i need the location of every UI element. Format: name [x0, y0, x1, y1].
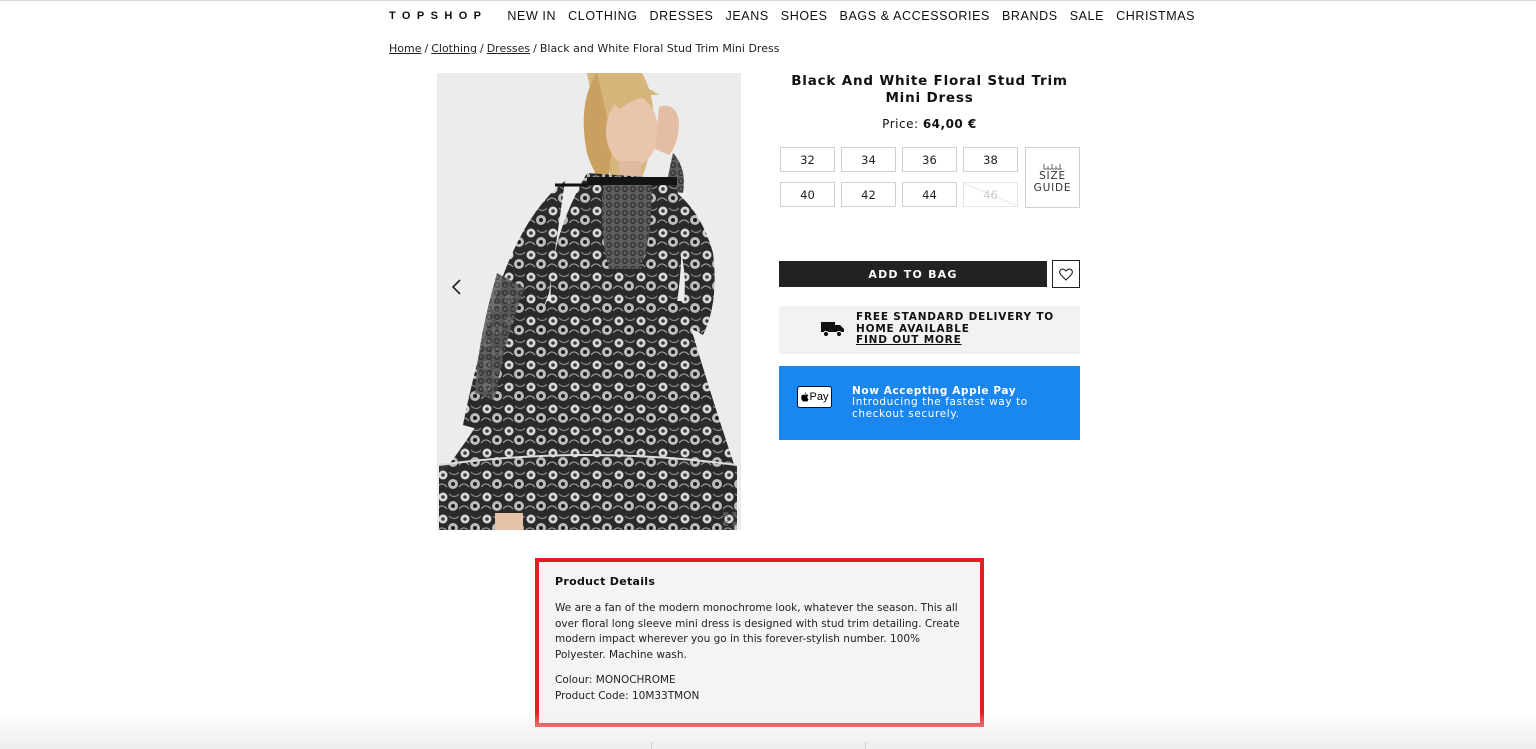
- find-out-more-link[interactable]: FIND OUT MORE: [856, 334, 1054, 347]
- breadcrumb-current: Black and White Floral Stud Trim Mini Dr…: [539, 42, 780, 55]
- nav-new-in[interactable]: NEW IN: [507, 9, 556, 23]
- breadcrumb-clothing[interactable]: Clothing: [431, 42, 477, 55]
- breadcrumb-dresses[interactable]: Dresses: [487, 42, 530, 55]
- chevron-left-icon[interactable]: [445, 275, 469, 299]
- breadcrumb-separator: /: [533, 42, 537, 55]
- size-option[interactable]: 38: [963, 147, 1018, 172]
- size-option[interactable]: 44: [902, 182, 957, 207]
- product-colour: Colour: MONOCHROME: [555, 674, 676, 686]
- size-option[interactable]: 32: [780, 147, 835, 172]
- breadcrumb-home[interactable]: Home: [389, 42, 421, 55]
- product-details-heading: Product Details: [555, 575, 656, 588]
- size-guide-label-2: GUIDE: [1033, 181, 1072, 194]
- apple-logo-icon: [800, 392, 809, 402]
- product-image[interactable]: [437, 73, 741, 530]
- size-guide-button[interactable]: SIZE GUIDE: [1025, 147, 1080, 208]
- nav-shoes[interactable]: SHOES: [781, 9, 828, 23]
- breadcrumb-separator: /: [479, 42, 484, 55]
- heart-icon: [1059, 267, 1073, 281]
- product-details: Product Details We are a fan of the mode…: [539, 562, 980, 723]
- delivery-line-1: FREE STANDARD DELIVERY TO: [856, 311, 1055, 323]
- ruler-icon: [1043, 163, 1062, 169]
- add-to-bag-row: ADD TO BAG: [779, 260, 1080, 288]
- nav-bags-accessories[interactable]: BAGS & ACCESSORIES: [840, 9, 990, 23]
- size-option[interactable]: 34: [841, 147, 896, 172]
- breadcrumb: Home / Clothing / Dresses / Black and White Fl…: [389, 42, 779, 55]
- product-description: We are a fan of the modern monochrome lo…: [555, 602, 960, 661]
- price-label: Price:: [882, 117, 919, 131]
- breadcrumb-separator: /: [424, 42, 429, 55]
- size-selector: 32 34 36 38 40 42 44 46 SIZE GUIDE: [780, 147, 1080, 208]
- apple-pay-badge: Pay: [797, 386, 832, 408]
- delivery-banner: FREE STANDARD DELIVERY TO HOME AVAILABLE…: [779, 306, 1080, 354]
- apple-pay-banner[interactable]: Pay Now Accepting Apple Pay Introducing …: [779, 366, 1080, 440]
- apple-pay-description: Introducing the fastest way to checkout …: [852, 396, 1028, 420]
- product-title: Black And White Floral Stud Trim Mini Dr…: [791, 73, 1068, 106]
- nav-christmas[interactable]: CHRISTMAS: [1116, 9, 1195, 23]
- apple-pay-badge-text: Pay: [809, 391, 829, 403]
- truck-icon: [821, 322, 844, 338]
- dress-photo: [438, 73, 738, 530]
- size-option-unavailable: 46: [963, 182, 1018, 207]
- main-nav: NEW IN CLOTHING DRESSES JEANS SHOES BAGS…: [507, 9, 1195, 23]
- expand-icon[interactable]: [723, 512, 737, 526]
- add-to-bag-button[interactable]: ADD TO BAG: [779, 261, 1047, 287]
- product-price: Price: 64,00 €: [779, 117, 1080, 131]
- wishlist-button[interactable]: [1052, 260, 1080, 288]
- size-option[interactable]: 40: [780, 182, 835, 207]
- size-option[interactable]: 42: [841, 182, 896, 207]
- product-details-highlight: Product Details We are a fan of the mode…: [535, 558, 984, 727]
- topshop-logo[interactable]: TOPSHOP: [389, 10, 487, 22]
- size-option[interactable]: 36: [902, 147, 957, 172]
- nav-sale[interactable]: SALE: [1070, 9, 1104, 23]
- top-border: [0, 0, 1536, 1]
- product-code: Product Code: 10M33TMON: [555, 689, 700, 702]
- price-value: 64,00 €: [922, 117, 977, 131]
- nav-jeans[interactable]: JEANS: [725, 9, 768, 23]
- nav-clothing[interactable]: CLOTHING: [568, 9, 637, 23]
- divider: [651, 742, 652, 749]
- nav-dresses[interactable]: DRESSES: [650, 9, 714, 23]
- divider: [865, 742, 866, 749]
- size-guide-label-1: SIZE: [1039, 169, 1066, 182]
- nav-brands[interactable]: BRANDS: [1002, 9, 1058, 23]
- site-header: TOPSHOP NEW IN CLOTHING DRESSES JEANS SH…: [389, 6, 1195, 26]
- product-info: Black And White Floral Stud Trim Mini Dr…: [779, 73, 1080, 440]
- delivery-text: FREE STANDARD DELIVERY TO HOME AVAILABLE…: [856, 311, 1055, 347]
